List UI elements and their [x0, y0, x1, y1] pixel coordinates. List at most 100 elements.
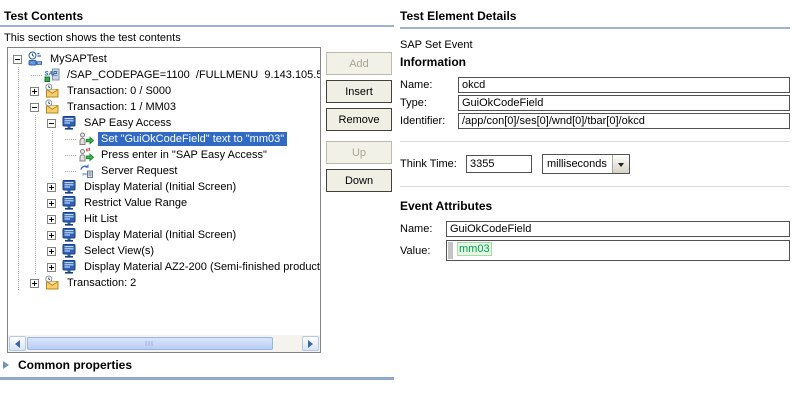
think-time-unit-value: milliseconds: [547, 158, 607, 170]
tree-item[interactable]: Display Material (Initial Screen): [8, 179, 320, 195]
transaction-icon: [44, 83, 60, 99]
name-label: Name:: [400, 79, 433, 91]
tree-indent-guide: [30, 211, 47, 227]
think-time-input[interactable]: [466, 155, 532, 173]
horizontal-scrollbar[interactable]: [8, 335, 320, 352]
tree-indent-guide: [13, 67, 30, 83]
tree-item[interactable]: Transaction: 1 / MM03: [8, 99, 320, 115]
test-element-details-panel: Test Element Details SAP Set Event Infor…: [400, 0, 790, 264]
down-button[interactable]: Down: [326, 169, 392, 192]
test-contents-title-rule: [0, 25, 394, 27]
test-contents-title: Test Contents: [4, 9, 84, 23]
tree-indent-guide: [13, 195, 30, 211]
add-button[interactable]: Add: [326, 52, 392, 75]
tree-indent-guide: [13, 259, 30, 275]
tree-item[interactable]: Hit List: [8, 211, 320, 227]
tree-item[interactable]: Restrict Value Range: [8, 195, 320, 211]
tree-indent-guide: [13, 115, 30, 131]
tree-item-label: Transaction: 2: [67, 277, 137, 289]
tree-item[interactable]: SAP/SAP_CODEPAGE=1100 /FULLMENU 9.143.10…: [8, 67, 320, 83]
tree-item-label: Display Material (Initial Screen): [84, 181, 237, 193]
collapsed-triangle-icon: [3, 361, 13, 369]
insert-button[interactable]: Insert: [326, 80, 392, 103]
tree-item-label: /SAP_CODEPAGE=1100 /FULLMENU 9.143.105.5: [67, 69, 320, 81]
tree-indent-guide: [47, 147, 64, 163]
expand-icon[interactable]: [47, 198, 56, 208]
tree-indent-guide: [47, 131, 64, 147]
tree-indent-guide: [13, 179, 30, 195]
expand-icon[interactable]: [47, 214, 56, 224]
sap-screen-icon: [61, 259, 77, 275]
tree-indent-guide: [30, 179, 47, 195]
event-attributes-heading: Event Attributes: [400, 199, 493, 213]
tree-connector: [64, 147, 77, 163]
expand-icon[interactable]: [47, 262, 56, 272]
think-time-unit-select[interactable]: milliseconds: [542, 154, 630, 174]
tree-item[interactable]: SAP Easy Access: [8, 115, 320, 131]
expand-icon[interactable]: [47, 230, 56, 240]
sap-screen-icon: [61, 243, 77, 259]
tree-indent-guide: [30, 131, 47, 147]
collapse-icon[interactable]: [47, 118, 56, 128]
common-properties-toggle[interactable]: Common properties: [3, 358, 132, 372]
expand-icon[interactable]: [30, 278, 39, 288]
tree-indent-guide: [13, 163, 30, 179]
identifier-input[interactable]: [458, 113, 790, 129]
set-event-icon: [78, 131, 94, 147]
attribute-name-input[interactable]: [446, 221, 790, 237]
tree-indent-guide: [47, 163, 64, 179]
server-request-icon: [78, 163, 94, 179]
sap-screen-icon: [61, 211, 77, 227]
test-contents-panel: MySAPTest SAP/SAP_CODEPAGE=1100 /FULLMENU…: [7, 47, 321, 353]
tree-item[interactable]: MySAPTest: [8, 51, 320, 67]
tree-item[interactable]: Select View(s): [8, 243, 320, 259]
tree-item[interactable]: Display Material AZ2-200 (Semi-finished …: [8, 259, 320, 275]
tree-indent-guide: [30, 115, 47, 131]
tree-indent-guide: [13, 99, 30, 115]
tree-indent-guide: [30, 147, 47, 163]
tree-item-label: Set "GuiOkCodeField" text to "mm03": [98, 132, 288, 146]
tree-item-label: Transaction: 1 / MM03: [67, 101, 177, 113]
tree-indent-guide: [30, 243, 47, 259]
collapse-icon[interactable]: [30, 102, 39, 112]
information-fields: Name: Type: Identifier:: [400, 77, 790, 129]
tree-item-label: Hit List: [84, 213, 118, 225]
common-properties-label: Common properties: [18, 358, 133, 372]
tree-indent-guide: [13, 243, 30, 259]
tree-item-label: Display Material AZ2-200 (Semi-finished …: [84, 261, 320, 273]
remove-button[interactable]: Remove: [326, 108, 392, 131]
tree-item[interactable]: Display Material (Initial Screen): [8, 227, 320, 243]
tree-item-label: Transaction: 0 / S000: [67, 85, 172, 97]
tree-item[interactable]: Transaction: 0 / S000: [8, 83, 320, 99]
scrollbar-thumb[interactable]: [27, 337, 273, 350]
dropdown-button[interactable]: [612, 155, 629, 173]
tree-indent-guide: [13, 211, 30, 227]
tree-item-label: Press enter in "SAP Easy Access": [101, 149, 267, 161]
test-contents-tree: MySAPTest SAP/SAP_CODEPAGE=1100 /FULLMENU…: [8, 48, 320, 335]
tree-item[interactable]: Press enter in "SAP Easy Access": [8, 147, 320, 163]
tree-item[interactable]: Transaction: 2: [8, 275, 320, 291]
scroll-right-button[interactable]: [302, 336, 319, 351]
sap-screen-icon: [61, 195, 77, 211]
scroll-left-button[interactable]: [9, 336, 26, 351]
common-properties-rule: [0, 377, 394, 380]
transaction-icon: [44, 99, 60, 115]
expand-icon[interactable]: [47, 182, 56, 192]
expand-icon[interactable]: [30, 86, 39, 96]
identifier-label: Identifier:: [400, 115, 446, 127]
type-input[interactable]: [458, 95, 790, 111]
tree-item[interactable]: Set "GuiOkCodeField" text to "mm03": [8, 131, 320, 147]
collapse-icon[interactable]: [13, 54, 22, 64]
attribute-value-input[interactable]: mm03: [446, 240, 790, 261]
tree-indent-guide: [13, 147, 30, 163]
expand-icon[interactable]: [47, 246, 56, 256]
tree-indent-guide: [13, 227, 30, 243]
tree-item[interactable]: Server Request: [8, 163, 320, 179]
tree-indent-guide: [30, 163, 47, 179]
element-type-label: SAP Set Event: [400, 39, 473, 51]
press-enter-icon: [78, 147, 94, 163]
name-input[interactable]: [458, 77, 790, 93]
think-time-label: Think Time:: [400, 158, 457, 170]
tree-item-label: Server Request: [101, 165, 178, 177]
up-button[interactable]: Up: [326, 141, 392, 164]
